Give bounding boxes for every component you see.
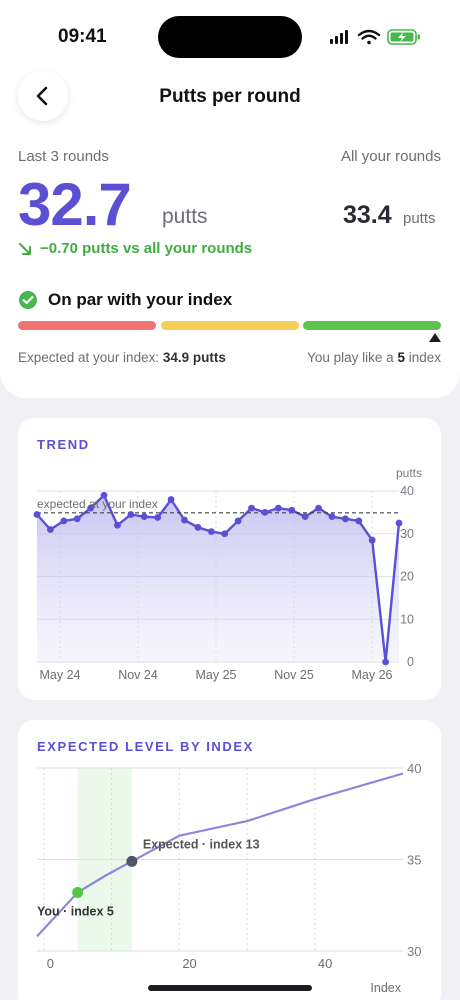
level-bar-par — [303, 321, 441, 330]
trend-point — [274, 504, 282, 512]
trend-point — [395, 519, 403, 527]
trend-point — [100, 491, 108, 499]
trend-y-tick: 20 — [400, 570, 414, 584]
trend-point — [328, 513, 336, 521]
trend-point — [47, 526, 54, 533]
trend-point — [167, 496, 175, 503]
trend-point — [87, 504, 95, 512]
trend-point — [248, 504, 255, 512]
play-suffix: index — [408, 350, 441, 365]
you-label: You · index 5 — [37, 904, 114, 918]
last-rounds-label: Last 3 rounds — [18, 148, 109, 165]
index-chart: 40 35 30 0 20 40 You · index 5 Expected · index… — [36, 761, 421, 995]
trend-card: TREND putts 40 30 20 10 0 May 24 Nov 24 May 25 No… — [18, 418, 441, 700]
play-like-index: You play like a 5 index — [307, 350, 441, 365]
signal-icon — [330, 30, 348, 44]
level-marker — [429, 333, 441, 342]
trend-point — [368, 536, 376, 544]
status-icons — [330, 29, 420, 45]
index-card: EXPECTED LEVEL BY INDEX 40 35 30 0 20 40 You ·… — [18, 720, 441, 1000]
trend-point — [234, 517, 242, 525]
trend-y-tick: 40 — [400, 484, 414, 498]
trend-y-tick: 30 — [400, 527, 414, 541]
delta-text: −0.70 putts vs all your rounds — [40, 240, 253, 257]
last-rounds-value: 32.7 — [18, 171, 132, 238]
trend-point — [221, 530, 229, 538]
trend-point — [154, 514, 162, 521]
index-x-label: Index — [370, 981, 401, 995]
play-prefix: You play like a — [307, 350, 394, 365]
trend-point — [73, 515, 81, 523]
all-rounds-value: 33.4 — [343, 201, 392, 229]
expected-value: 34.9 putts — [162, 350, 226, 365]
expected-point — [126, 855, 138, 867]
trend-x-tick: May 24 — [40, 668, 81, 682]
trend-point — [207, 528, 215, 536]
status-time: 09:41 — [58, 26, 107, 47]
trend-point — [288, 506, 296, 514]
wifi-icon — [357, 29, 381, 45]
trend-point — [181, 516, 188, 524]
trend-point — [315, 504, 322, 512]
index-y-tick: 30 — [407, 944, 421, 959]
last-rounds-unit: putts — [162, 205, 208, 228]
trend-x-tick: Nov 25 — [274, 668, 314, 682]
trend-point — [355, 517, 363, 525]
check-circle-icon — [19, 291, 37, 309]
trend-point — [301, 513, 309, 521]
trend-point — [114, 521, 121, 529]
index-y-tick: 40 — [407, 761, 421, 776]
level-bar-near — [161, 321, 299, 330]
index-x-tick: 40 — [318, 956, 332, 971]
trend-point — [261, 508, 269, 516]
trend-x-tick: Nov 24 — [118, 668, 158, 682]
trend-unit-label: putts — [396, 466, 422, 480]
expected-at-index: Expected at your index: 34.9 putts — [18, 350, 226, 365]
all-rounds-unit: putts — [403, 210, 436, 227]
trend-chart: putts 40 30 20 10 0 May 24 Nov 24 May 25 Nov 25 Ma… — [33, 466, 422, 682]
trend-point — [194, 523, 202, 531]
par-status-text: On par with your index — [48, 290, 233, 309]
dynamic-island — [158, 16, 302, 58]
play-value: 5 — [397, 350, 405, 365]
all-rounds-label: All your rounds — [340, 148, 441, 165]
trend-point — [382, 658, 389, 666]
page-title: Putts per round — [159, 86, 301, 107]
index-x-tick: 20 — [182, 956, 196, 971]
expected-prefix: Expected at your index: — [18, 350, 160, 365]
trend-y-tick: 10 — [400, 612, 414, 626]
level-bar-below — [18, 321, 156, 330]
arrow-down-right-icon — [19, 242, 31, 255]
battery-icon — [387, 29, 420, 45]
you-point — [72, 886, 84, 898]
par-status: On par with your index — [18, 290, 232, 310]
home-indicator[interactable] — [148, 985, 312, 991]
expected-index-label: Expected · index 13 — [143, 837, 260, 851]
trend-point — [33, 511, 41, 518]
status-bar: 09:41 — [0, 0, 460, 60]
trend-point — [60, 517, 68, 525]
trend-point — [127, 511, 135, 518]
delta-row: −0.70 putts vs all your rounds — [18, 240, 252, 257]
trend-point — [140, 513, 148, 521]
trend-x-tick: May 26 — [352, 668, 393, 682]
index-x-tick: 0 — [47, 956, 54, 971]
expected-line-label: expected at your index — [37, 497, 158, 511]
trend-x-tick: May 25 — [196, 668, 237, 682]
trend-y-tick: 0 — [407, 655, 414, 669]
index-y-tick: 35 — [407, 853, 421, 868]
trend-point — [341, 515, 349, 523]
